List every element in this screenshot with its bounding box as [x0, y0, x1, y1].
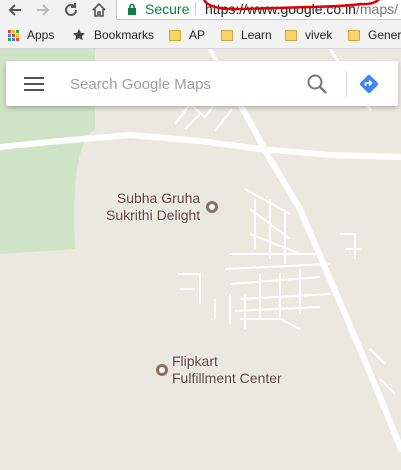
folder-icon	[169, 29, 181, 41]
home-icon	[92, 2, 106, 17]
home-button[interactable]	[89, 0, 109, 20]
bookmark-learn[interactable]: Learn	[221, 27, 272, 43]
place-flipkart[interactable]: Flipkart Fulfillment Center	[156, 353, 282, 387]
place-name-line2: Sukrithi Delight	[106, 207, 201, 223]
bookmark-label: vivek	[305, 28, 333, 42]
searchbox-divider	[346, 71, 347, 97]
reload-icon	[65, 3, 77, 16]
apps-grid-icon	[8, 29, 19, 41]
bookmark-apps[interactable]: Apps	[8, 27, 54, 43]
secure-label: Secure	[145, 1, 190, 17]
bookmark-label: Gener	[368, 28, 401, 42]
bookmark-vivek[interactable]: vivek	[285, 27, 332, 43]
bookmark-label: Learn	[241, 28, 272, 42]
search-icon[interactable]	[306, 73, 328, 95]
bookmark-label: AP	[189, 28, 206, 42]
bookmark-label: Bookmarks	[94, 28, 155, 42]
red-scribble-annotation	[202, 0, 380, 11]
lock-icon	[128, 3, 136, 15]
folder-icon	[221, 29, 233, 41]
place-subha-gruha[interactable]: Subha Gruha Sukrithi Delight	[106, 190, 219, 224]
forward-button[interactable]	[33, 0, 53, 20]
maps-search-box	[6, 61, 398, 106]
back-arrow-icon	[8, 4, 21, 16]
place-name-line2: Fulfillment Center	[172, 370, 282, 386]
forward-arrow-icon	[37, 4, 50, 16]
folder-icon	[348, 29, 360, 41]
directions-icon[interactable]	[358, 73, 380, 95]
place-label: Flipkart Fulfillment Center	[172, 353, 282, 387]
search-input[interactable]	[70, 73, 290, 95]
bookmark-bookmarks[interactable]: Bookmarks	[72, 27, 154, 43]
bookmark-gener[interactable]: Gener	[348, 27, 401, 43]
browser-toolbar: Secure https://www.google.co.in/maps/	[0, 0, 401, 22]
reload-button[interactable]	[61, 0, 81, 20]
place-name-line1: Subha Gruha	[116, 190, 201, 206]
place-pin-icon	[156, 364, 168, 376]
map-base-layer	[0, 49, 401, 452]
place-label: Subha Gruha Sukrithi Delight	[106, 190, 200, 224]
place-pin-icon	[206, 201, 219, 213]
bookmark-ap[interactable]: AP	[169, 27, 205, 43]
bookmarks-bar: Apps Bookmarks AP Learn vivek Gener	[0, 22, 401, 49]
back-button[interactable]	[5, 0, 25, 20]
hamburger-menu-icon[interactable]	[24, 77, 44, 91]
map-canvas[interactable]: Subha Gruha Sukrithi Delight Flipkart Fu…	[0, 49, 401, 470]
omnibox-divider	[195, 2, 196, 16]
folder-icon	[285, 29, 297, 41]
place-name-line1: Flipkart	[172, 353, 218, 369]
bookmark-label: Apps	[27, 28, 55, 42]
main-road-diagonal	[229, 86, 401, 452]
star-icon	[73, 29, 85, 41]
